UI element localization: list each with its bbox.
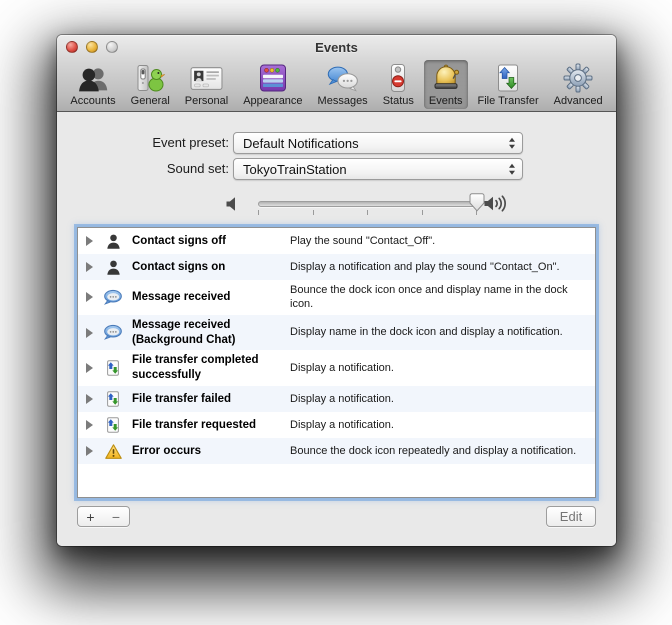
- event-title: File transfer requested: [132, 418, 256, 431]
- toolbar-item-label: Accounts: [70, 95, 116, 107]
- volume-slider[interactable]: [225, 192, 525, 220]
- event-preset-label: Event preset:: [152, 135, 229, 150]
- file-transfer-icon: [102, 417, 124, 434]
- toolbar-item-personal[interactable]: Personal: [180, 60, 233, 109]
- event-description: Display a notification.: [290, 393, 394, 406]
- sound-set-value: TokyoTrainStation: [243, 161, 347, 177]
- event-description: Bounce the dock icon repeatedly and disp…: [290, 445, 577, 458]
- volume-slider-track[interactable]: [258, 201, 479, 207]
- event-description: Display a notification.: [290, 419, 394, 432]
- event-title: Message received: [132, 290, 231, 303]
- file-transfer-icon: [102, 391, 124, 408]
- toolbar-item-label: Appearance: [243, 95, 303, 107]
- personal-icon: [190, 63, 223, 93]
- event-row-contact-signs-off[interactable]: Contact signs off Play the sound "Contact…: [78, 228, 595, 254]
- edit-button[interactable]: Edit: [546, 506, 596, 527]
- event-row-message-received-background-chat[interactable]: Message received (Background Chat) Displa…: [78, 314, 595, 351]
- toolbar-item-label: Status: [382, 95, 414, 107]
- event-row-file-transfer-completed[interactable]: File transfer completed successfully Disp…: [78, 350, 595, 386]
- event-row-file-transfer-requested[interactable]: File transfer requested Display a notific…: [78, 412, 595, 438]
- events-icon: [431, 63, 461, 93]
- remove-event-button[interactable]: −: [103, 506, 130, 527]
- appearance-icon: [258, 63, 288, 93]
- event-description: Play the sound "Contact_Off".: [290, 234, 436, 247]
- titlebar[interactable]: Events: [57, 35, 616, 59]
- disclosure-triangle-icon[interactable]: [86, 236, 93, 246]
- toolbar-item-general[interactable]: General: [126, 60, 175, 109]
- toolbar-item-messages[interactable]: Messages: [313, 60, 373, 109]
- toolbar-item-status[interactable]: Status: [378, 60, 419, 109]
- disclosure-triangle-icon[interactable]: [86, 446, 93, 457]
- general-icon: [135, 63, 166, 93]
- desktop: Events Accounts General Personal Appearance…: [0, 0, 672, 625]
- sound-set-label: Sound set:: [166, 161, 229, 176]
- content-area: Event preset: Default Notifications Soun…: [57, 112, 616, 546]
- event-description: Display a notification.: [290, 362, 394, 375]
- toolbar-item-label: Events: [428, 95, 463, 107]
- toolbar-item-file-transfer[interactable]: File Transfer: [473, 60, 544, 109]
- event-row-error-occurs[interactable]: Error occurs Bounce the dock icon repeate…: [78, 438, 595, 465]
- event-title: Contact signs off: [132, 234, 226, 247]
- toolbar-item-events[interactable]: Events: [423, 60, 468, 109]
- event-row-contact-signs-on[interactable]: Contact signs on Display a notification a…: [78, 254, 595, 280]
- disclosure-triangle-icon[interactable]: [86, 394, 93, 405]
- event-title: File transfer completed successfully: [132, 354, 259, 382]
- accounts-icon: [77, 63, 110, 93]
- file-transfer-icon: [493, 63, 523, 93]
- chat-icon: [102, 289, 124, 306]
- speaker-high-icon: [483, 194, 510, 218]
- event-description: Display name in the dock icon and displa…: [290, 326, 563, 339]
- event-title: Contact signs on: [132, 260, 226, 273]
- event-title: File transfer failed: [132, 392, 232, 405]
- add-event-button[interactable]: +: [77, 506, 104, 527]
- event-row-message-received[interactable]: Message received Bounce the dock icon onc…: [78, 280, 595, 315]
- event-title: Message received (Background Chat): [132, 318, 236, 346]
- preferences-window: Events Accounts General Personal Appearance…: [57, 35, 616, 546]
- disclosure-triangle-icon[interactable]: [86, 292, 93, 303]
- person-icon: [102, 233, 124, 250]
- event-description: Bounce the dock icon once and display na…: [290, 284, 568, 311]
- disclosure-triangle-icon[interactable]: [86, 420, 93, 431]
- disclosure-triangle-icon[interactable]: [86, 363, 93, 374]
- chat-icon: [102, 324, 124, 341]
- toolbar-item-label: Personal: [184, 95, 229, 107]
- toolbar: Accounts General Personal Appearance Message…: [57, 59, 616, 111]
- toolbar-item-label: Advanced: [553, 95, 603, 107]
- popup-arrows-icon: [509, 137, 515, 149]
- event-description: Display a notification and play the soun…: [290, 260, 560, 273]
- event-list[interactable]: Contact signs off Play the sound "Contact…: [77, 227, 596, 498]
- warning-icon: [102, 443, 124, 460]
- toolbar-item-label: Messages: [317, 95, 368, 107]
- disclosure-triangle-icon[interactable]: [86, 262, 93, 272]
- event-preset-select[interactable]: Default Notifications: [233, 132, 523, 154]
- toolbar-item-appearance[interactable]: Appearance: [238, 60, 307, 109]
- advanced-icon: [563, 63, 593, 93]
- status-icon: [383, 63, 413, 93]
- event-row-file-transfer-failed[interactable]: File transfer failed Display a notificati…: [78, 386, 595, 413]
- messages-icon: [326, 63, 359, 93]
- window-title: Events: [315, 40, 358, 55]
- speaker-low-icon: [225, 196, 243, 217]
- sound-set-select[interactable]: TokyoTrainStation: [233, 158, 523, 180]
- toolbar-item-label: File Transfer: [477, 95, 539, 107]
- person-icon: [102, 259, 124, 276]
- popup-arrows-icon: [509, 163, 515, 175]
- file-transfer-icon: [102, 360, 124, 377]
- volume-slider-ticks: [258, 210, 477, 215]
- toolbar-item-advanced[interactable]: Advanced: [549, 60, 608, 109]
- toolbar-item-accounts[interactable]: Accounts: [65, 60, 120, 109]
- disclosure-triangle-icon[interactable]: [86, 327, 93, 338]
- event-preset-value: Default Notifications: [243, 135, 359, 151]
- toolbar-item-label: General: [130, 95, 170, 107]
- window-header: Events Accounts General Personal Appearance…: [57, 35, 616, 112]
- event-title: Error occurs: [132, 444, 202, 457]
